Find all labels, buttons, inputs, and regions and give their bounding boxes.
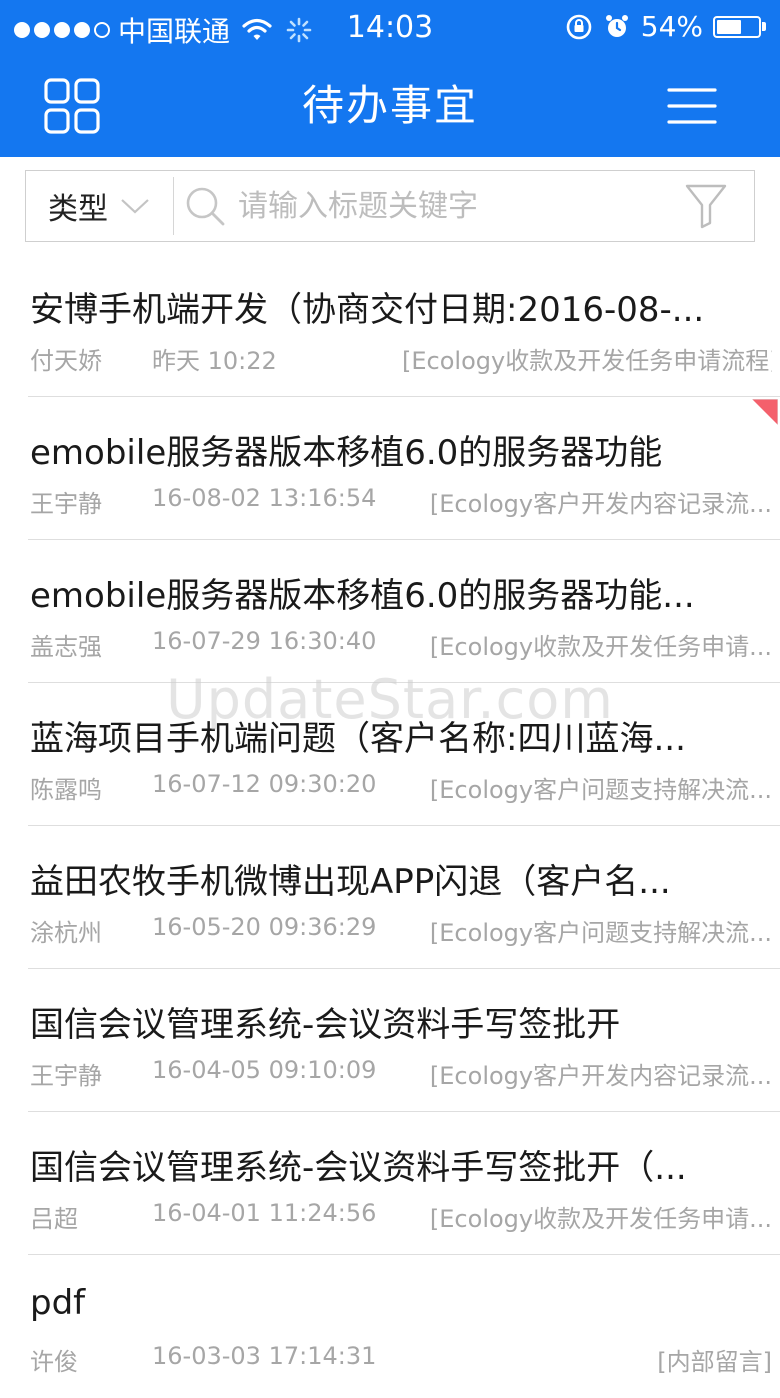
item-workflow: [Ecology收款及开发任务申请... [429, 633, 772, 661]
filter-icon[interactable] [684, 183, 728, 229]
item-time: 16-07-12 09:30:20 [152, 770, 377, 798]
item-workflow: [内部留言] [657, 1348, 772, 1376]
list-item[interactable]: 国信会议管理系统-会议资料手写签批开王宇静 16-04-05 09:10:09 [E… [0, 969, 780, 1112]
item-time: 16-08-02 13:16:54 [152, 484, 377, 512]
item-meta: 付天娇 昨天 10:22 [Ecology收款及开发任务申请流程] [30, 341, 772, 375]
item-workflow: [Ecology客户问题支持解决流... [429, 776, 772, 804]
item-title: 安博手机端开发（协商交付日期:2016-08-... [30, 290, 705, 330]
item-meta: 王宇静 16-08-02 13:16:54 [Ecology客户开发内容记录流... [30, 484, 772, 518]
item-user: 王宇静 [30, 1062, 102, 1090]
search-bar: 类型 [25, 170, 755, 242]
list-item[interactable]: 安博手机端开发（协商交付日期:2016-08-... 付天娇 昨天 10:22 [Ec… [0, 254, 780, 397]
navigation-bar: 待办事宜 [0, 54, 780, 157]
item-workflow: [Ecology客户问题支持解决流... [429, 919, 772, 947]
item-title: emobile服务器版本移植6.0的服务器功能 [30, 433, 663, 473]
list-item[interactable]: 蓝海项目手机端问题（客户名称:四川蓝海... 陈露鸣 16-07-12 09:30:… [0, 683, 780, 826]
item-user: 陈露鸣 [30, 776, 102, 804]
item-time: 16-07-29 16:30:40 [152, 627, 377, 655]
item-time: 16-04-05 09:10:09 [152, 1056, 377, 1084]
type-label: 类型 [48, 192, 108, 227]
unread-flag-icon [752, 399, 778, 425]
item-workflow: [Ecology客户开发内容记录流... [429, 1062, 772, 1090]
search-divider [173, 177, 174, 235]
alarm-icon [605, 14, 628, 37]
item-title: emobile服务器版本移植6.0的服务器功能... [30, 576, 695, 616]
item-title: pdf [30, 1283, 86, 1323]
item-meta: 涂杭州 16-05-20 09:36:29 [Ecology客户问题支持解决流... [30, 913, 772, 947]
item-time: 16-05-20 09:36:29 [152, 913, 377, 941]
item-title: 国信会议管理系统-会议资料手写签批开（... [30, 1148, 687, 1188]
item-title: 国信会议管理系统-会议资料手写签批开 [30, 1005, 621, 1045]
search-input[interactable] [236, 179, 670, 233]
item-workflow: [Ecology收款及开发任务申请... [429, 1205, 772, 1233]
item-workflow: [Ecology客户开发内容记录流... [429, 490, 772, 518]
item-meta: 陈露鸣 16-07-12 09:30:20 [Ecology客户问题支持解决流... [30, 770, 772, 804]
list-item[interactable]: pdf 许俊 16-03-03 17:14:31 [内部留言] [0, 1255, 780, 1398]
item-user: 付天娇 [30, 347, 102, 375]
item-time: 昨天 10:22 [152, 347, 277, 375]
item-title: 蓝海项目手机端问题（客户名称:四川蓝海... [30, 719, 686, 759]
item-user: 许俊 [30, 1348, 78, 1376]
status-bar: 中国联通 14:03 54% [0, 0, 780, 54]
chevron-down-icon [121, 199, 149, 214]
item-user: 盖志强 [30, 633, 102, 661]
menu-button[interactable] [660, 74, 724, 138]
item-time: 16-04-01 11:24:56 [152, 1199, 377, 1227]
list-item[interactable]: emobile服务器版本移植6.0的服务器功能... 盖志强 16-07-29 16… [0, 540, 780, 683]
list-item[interactable]: emobile服务器版本移植6.0的服务器功能王宇静 16-08-02 13:16… [0, 397, 780, 540]
item-title: 益田农牧手机微博出现APP闪退（客户名... [30, 862, 671, 902]
item-user: 吕超 [30, 1205, 78, 1233]
list-item[interactable]: 国信会议管理系统-会议资料手写签批开（... 吕超 16-04-01 11:24:5… [0, 1112, 780, 1255]
item-meta: 王宇静 16-04-05 09:10:09 [Ecology客户开发内容记录流... [30, 1056, 772, 1090]
battery-icon [713, 15, 761, 38]
item-workflow: [Ecology收款及开发任务申请流程] [402, 347, 772, 375]
hamburger-menu-icon [667, 88, 717, 124]
app-header: 中国联通 14:03 54% 待办事宜 [0, 0, 780, 157]
search-icon [186, 187, 225, 226]
rotation-lock-icon [566, 14, 592, 39]
item-meta: 许俊 16-03-03 17:14:31 [内部留言] [30, 1342, 772, 1376]
list-item[interactable]: 益田农牧手机微博出现APP闪退（客户名... 涂杭州 16-05-20 09:36:… [0, 826, 780, 969]
item-meta: 盖志强 16-07-29 16:30:40 [Ecology收款及开发任务申请... [30, 627, 772, 661]
item-meta: 吕超 16-04-01 11:24:56 [Ecology收款及开发任务申请... [30, 1199, 772, 1233]
battery-percent: 54% [640, 10, 703, 43]
item-time: 16-03-03 17:14:31 [152, 1342, 377, 1370]
item-user: 王宇静 [30, 490, 102, 518]
type-dropdown[interactable]: 类型 [26, 171, 173, 241]
todo-list: 安博手机端开发（协商交付日期:2016-08-... 付天娇 昨天 10:22 [Ec… [0, 254, 780, 1398]
item-user: 涂杭州 [30, 919, 102, 947]
